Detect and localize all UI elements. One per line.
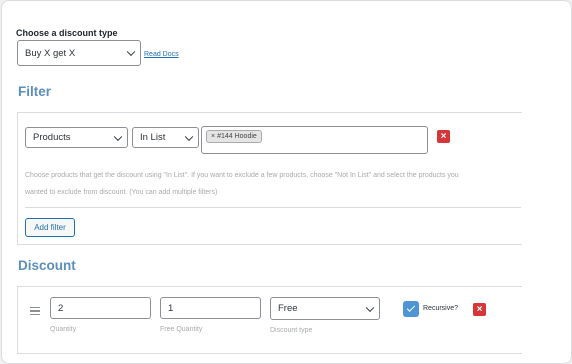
filter-field-select[interactable]: Products bbox=[25, 127, 128, 148]
discount-section-title: Discount bbox=[18, 258, 76, 273]
quantity-input[interactable]: 2 bbox=[50, 297, 151, 319]
free-quantity-value: 1 bbox=[168, 302, 174, 314]
add-filter-button[interactable]: Add filter bbox=[25, 218, 75, 237]
free-quantity-input[interactable]: 1 bbox=[160, 297, 261, 319]
chevron-down-icon bbox=[113, 132, 123, 141]
discount-value-type-select[interactable]: Free bbox=[270, 297, 380, 320]
drag-handle-icon[interactable] bbox=[30, 307, 40, 317]
product-chip: × #144 Hoodie bbox=[206, 130, 262, 143]
close-icon: × bbox=[440, 130, 447, 142]
quantity-label: Quantity bbox=[50, 326, 77, 333]
filter-operator-select[interactable]: In List bbox=[132, 127, 199, 148]
filter-products-input[interactable]: × #144 Hoodie bbox=[201, 126, 428, 154]
filter-field-value: Products bbox=[33, 132, 71, 143]
quantity-value: 2 bbox=[58, 302, 64, 314]
recursive-label: Recursive? bbox=[423, 305, 459, 312]
chevron-down-icon bbox=[126, 47, 136, 57]
chevron-down-icon bbox=[184, 132, 194, 141]
discount-type-select[interactable]: Buy X get X bbox=[17, 40, 141, 66]
read-docs-link[interactable]: Read Docs bbox=[144, 51, 179, 58]
remove-filter-button[interactable]: × bbox=[437, 130, 450, 143]
chevron-down-icon bbox=[365, 303, 375, 312]
chip-label: #144 Hoodie bbox=[217, 133, 257, 140]
filter-help-text: Choose products that get the discount us… bbox=[25, 167, 525, 201]
checkmark-icon bbox=[406, 303, 416, 312]
chip-remove-icon[interactable]: × bbox=[211, 133, 215, 140]
discount-type-label: Choose a discount type bbox=[16, 28, 118, 38]
filter-section-title: Filter bbox=[18, 84, 52, 99]
filter-divider bbox=[25, 207, 521, 208]
filter-help-line-1: Choose products that get the discount us… bbox=[25, 172, 459, 179]
discount-rule-card: Choose a discount type Buy X get X Read … bbox=[1, 0, 572, 364]
discount-type-value: Buy X get X bbox=[25, 47, 76, 59]
recursive-checkbox[interactable] bbox=[403, 301, 419, 317]
close-icon: × bbox=[476, 303, 483, 315]
discount-value-type-label: Discount type bbox=[270, 327, 313, 334]
remove-discount-button[interactable]: × bbox=[473, 303, 486, 316]
discount-value-type-value: Free bbox=[278, 303, 298, 314]
free-quantity-label: Free Quantity bbox=[160, 326, 203, 333]
filter-help-line-2: wanted to exclude from discount. (You ca… bbox=[25, 189, 218, 196]
filter-operator-value: In List bbox=[140, 132, 166, 143]
